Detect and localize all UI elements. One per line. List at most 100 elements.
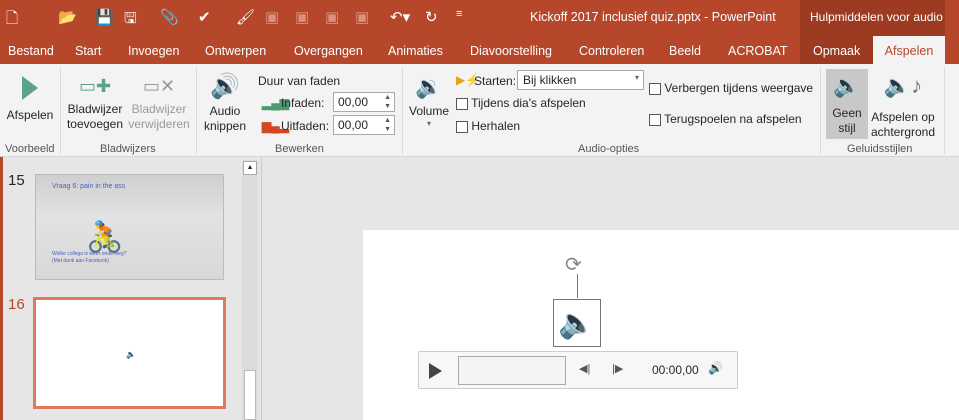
thumb-title: Vraag 6: pain in the ass [52, 183, 126, 190]
group-geluidsstijlen: Geluidsstijlen [847, 143, 913, 155]
across-label: Tijdens dia's afspelen [471, 96, 586, 110]
tab-beeld[interactable]: Beeld [669, 44, 701, 58]
check-icon[interactable]: ✔ [198, 8, 211, 26]
audio-player: ◀| |▶ 00:00,00 🔊 [418, 351, 738, 389]
window-title: Kickoff 2017 inclusief quiz.pptx - Power… [530, 10, 776, 24]
remove-bookmark-icon: ▭✕ [142, 76, 176, 96]
no-style-icon: 🔈 [833, 73, 861, 98]
scroll-thumb[interactable] [244, 370, 256, 420]
tab-overgangen[interactable]: Overgangen [294, 44, 363, 58]
add-bookmark-label: Bladwijzer [67, 102, 123, 116]
slide-thumbnail-16[interactable]: 🔈 [33, 297, 226, 409]
redo-icon[interactable]: ↻ [425, 8, 438, 26]
rewind-checkbox[interactable]: Terugspoelen na afspelen [649, 112, 802, 126]
group-audio-opties: Audio-opties [578, 143, 640, 155]
start-select[interactable]: Bij klikken ▾ [517, 70, 644, 90]
play-icon [22, 76, 38, 100]
rewind-label: Terugspoelen na afspelen [664, 112, 802, 126]
speaker-icon: 🔈 [558, 307, 596, 340]
send-back-icon: ▣ [355, 9, 370, 26]
tab-acrobat[interactable]: ACROBAT [728, 44, 788, 58]
divider [820, 68, 821, 154]
audio-object[interactable]: 🔈 [553, 299, 601, 347]
pane-accent [0, 157, 3, 420]
start-value: Bij klikken [523, 73, 577, 87]
bg-label2: achtergrond [870, 125, 936, 139]
tab-diavoorstelling[interactable]: Diavoorstelling [470, 44, 552, 58]
bring-forward-icon: ▣ [325, 9, 340, 26]
add-bookmark-icon: ▭✚ [78, 76, 112, 96]
group-voorbeeld: Voorbeeld [5, 143, 55, 155]
tab-start[interactable]: Start [75, 44, 101, 58]
chevron-down-icon: ▾ [634, 73, 639, 82]
group-icon: ▣ [295, 9, 310, 26]
skip-forward-icon[interactable]: |▶ [612, 362, 623, 375]
thumb-body2: (Met dank aan Facebook) [52, 258, 109, 264]
tab-animaties[interactable]: Animaties [388, 44, 443, 58]
no-style-label2: stijl [838, 121, 856, 135]
slide-thumbnail-15[interactable]: Vraag 6: pain in the ass 🚴 Welke collega… [35, 174, 224, 280]
tab-opmaak[interactable]: Opmaak [813, 44, 860, 58]
undo-icon[interactable]: ↶▾ [390, 8, 410, 26]
tab-bestand[interactable]: Bestand [8, 44, 54, 58]
arrange-icon: ▣ [265, 9, 280, 26]
trim-audio-icon: 🔊 [210, 73, 240, 100]
spin-arrows-icon[interactable]: ▲ ▼ [384, 116, 391, 134]
progress-bar[interactable] [458, 356, 566, 385]
volume-label: Volume [408, 104, 450, 118]
open-icon[interactable]: 📂 [58, 8, 77, 26]
volume-button[interactable]: 🔉 Volume ▾ [406, 74, 452, 128]
trim-label2: knippen [203, 119, 247, 133]
remove-bookmark-label: Bladwijzer [131, 102, 187, 116]
time-readout: 00:00,00 [652, 363, 699, 377]
fade-title: Duur van faden [258, 74, 341, 88]
divider [196, 68, 197, 154]
speaker-note-icon: 🔈♪ [883, 73, 923, 98]
format-painter-icon[interactable]: 🖌 [236, 8, 255, 26]
thumb-body1: Welke collega is weer onderweg? [52, 251, 127, 257]
tab-controleren[interactable]: Controleren [579, 44, 644, 58]
play-label: Afspelen [6, 108, 54, 122]
fade-in-input[interactable]: 00,00 ▲ ▼ [333, 92, 395, 112]
trim-audio-button[interactable]: 🔊 Audio knippen [200, 72, 250, 134]
save-as-icon[interactable]: 🖫 [124, 8, 137, 33]
play-in-background-button[interactable]: 🔈♪ Afspelen op achtergrond [868, 69, 938, 140]
across-slides-checkbox[interactable]: Tijdens dia's afspelen [456, 96, 586, 110]
slide-number: 15 [8, 172, 25, 189]
attach-icon[interactable]: 📎 [160, 8, 179, 26]
slide-number: 16 [8, 296, 25, 313]
volume-icon: 🔉 [415, 74, 443, 99]
loop-checkbox[interactable]: Herhalen [456, 119, 520, 133]
new-file-icon[interactable]: 🗋 [6, 8, 18, 33]
divider [60, 68, 61, 154]
spin-arrows-icon[interactable]: ▲ ▼ [384, 93, 391, 111]
scroll-up-icon[interactable]: ▲ [243, 161, 257, 175]
customize-icon[interactable]: ≡ [456, 8, 462, 20]
remove-bookmark-label2: verwijderen [128, 117, 190, 131]
tab-ontwerpen[interactable]: Ontwerpen [205, 44, 266, 58]
volume-icon[interactable]: 🔊 [708, 361, 723, 375]
add-bookmark-label2: toevoegen [66, 117, 124, 131]
play-icon[interactable] [429, 363, 442, 379]
trim-label: Audio [209, 104, 241, 118]
loop-label: Herhalen [471, 119, 521, 133]
divider [944, 68, 945, 154]
rotate-line [577, 274, 578, 298]
no-style-button[interactable]: 🔈 Geen stijl [826, 69, 868, 139]
speaker-icon: 🔈 [126, 350, 136, 359]
rotate-handle-icon[interactable]: ⟳ [565, 252, 582, 277]
tab-afspelen[interactable]: Afspelen [873, 36, 945, 65]
fade-out-value: 00,00 [338, 118, 369, 132]
bg-label: Afspelen op [871, 110, 935, 124]
save-icon[interactable]: 💾 [95, 8, 114, 26]
play-button[interactable]: Afspelen [2, 72, 58, 123]
tab-invoegen[interactable]: Invoegen [128, 44, 179, 58]
hide-checkbox[interactable]: Verbergen tijdens weergave [649, 81, 813, 95]
divider [402, 68, 403, 154]
skip-back-icon[interactable]: ◀| [579, 362, 590, 375]
slide-canvas[interactable] [363, 230, 959, 420]
fade-in-value: 00,00 [338, 95, 369, 109]
add-bookmark-button[interactable]: ▭✚ Bladwijzer toevoegen [64, 76, 126, 132]
fade-out-input[interactable]: 00,00 ▲ ▼ [333, 115, 395, 135]
scrollbar[interactable]: ▲ [242, 160, 258, 420]
